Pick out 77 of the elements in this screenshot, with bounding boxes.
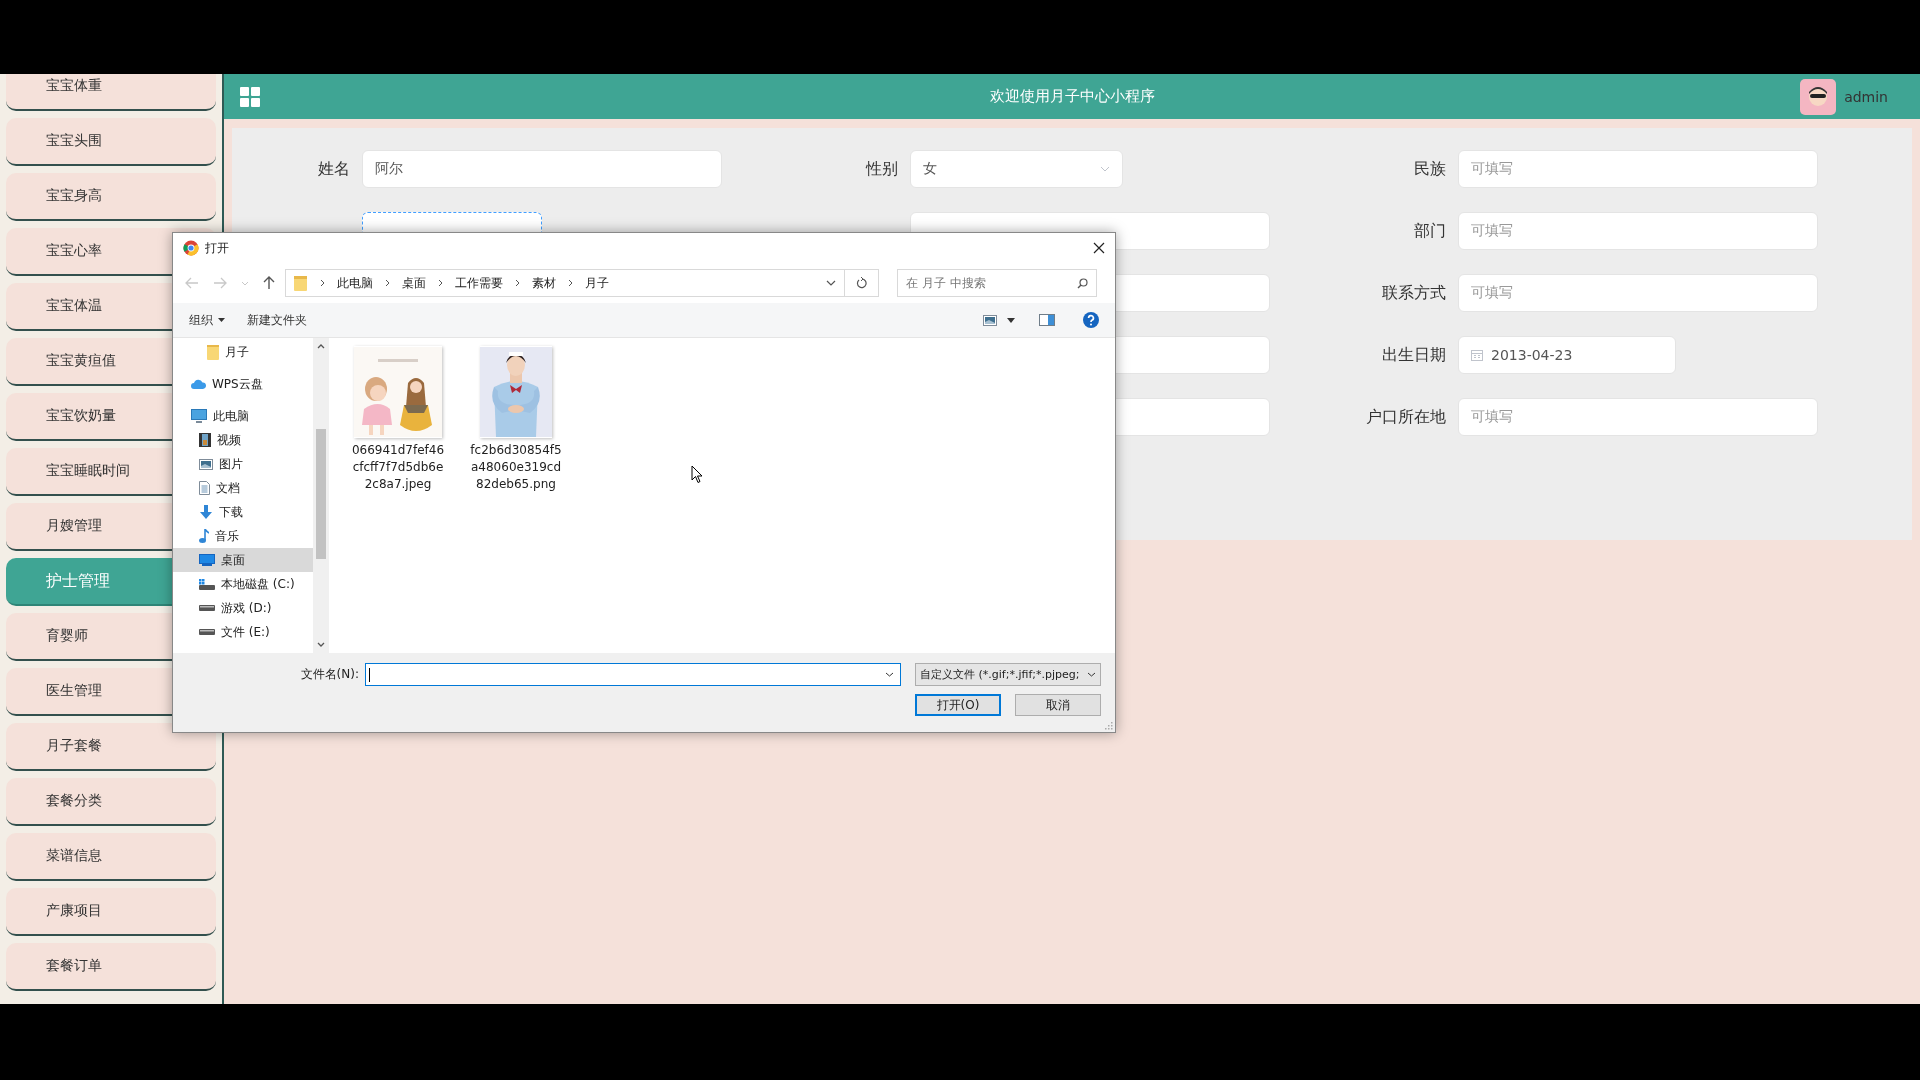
field-label: 姓名 — [317, 158, 351, 180]
sidebar-item[interactable]: 宝宝体重 — [6, 74, 216, 111]
cancel-button[interactable]: 取消 — [1015, 694, 1101, 716]
filename-field[interactable] — [365, 663, 901, 686]
up-arrow-icon[interactable] — [263, 276, 275, 290]
search-field[interactable]: 在 月子 中搜索 — [897, 269, 1097, 297]
caret-icon — [218, 318, 225, 322]
field-label: 性别 — [864, 158, 899, 180]
breadcrumb-item[interactable]: 素材 — [532, 274, 556, 292]
filename-label: 文件名(N): — [300, 666, 359, 683]
down-arrow-icon — [199, 505, 213, 519]
folder-icon — [294, 275, 308, 291]
drive-icon — [199, 578, 215, 590]
scrollbar[interactable] — [313, 338, 329, 653]
folder-icon — [207, 344, 219, 360]
breadcrumb-item[interactable]: 工作需要 — [455, 274, 503, 292]
scroll-up-icon[interactable] — [317, 344, 325, 349]
refresh-button[interactable] — [845, 269, 879, 297]
file-item[interactable]: fc2b6d30854f5a48060e319cd82deb65.png — [461, 346, 571, 493]
sidebar-item[interactable]: 菜谱信息 — [6, 833, 216, 881]
calendar-icon — [1471, 349, 1483, 361]
sidebar-item[interactable]: 套餐分类 — [6, 778, 216, 826]
chevron-right-icon — [438, 279, 443, 287]
open-button[interactable]: 打开(O) — [915, 694, 1001, 716]
drive-icon — [199, 629, 215, 635]
breadcrumb-item[interactable]: 月子 — [585, 274, 609, 292]
resize-grip-icon[interactable] — [1105, 722, 1113, 730]
chevron-down-icon[interactable] — [826, 280, 836, 286]
document-icon — [199, 481, 210, 495]
chevron-down-icon[interactable] — [885, 672, 894, 677]
avatar-icon[interactable] — [1800, 78, 1837, 115]
browser-icon — [183, 240, 199, 256]
preview-pane-icon[interactable] — [1039, 314, 1055, 326]
music-note-icon — [199, 529, 209, 543]
input-field[interactable]: 阿尔 — [362, 150, 722, 188]
file-type-select[interactable]: 自定义文件 (*.gif;*.jfif;*.pjpeg; — [915, 663, 1101, 686]
caret-icon[interactable] — [1007, 317, 1015, 323]
header-title: 欢迎使用月子中心小程序 — [989, 87, 1155, 106]
field-label: 联系方式 — [1381, 282, 1447, 304]
breadcrumb-item[interactable]: 桌面 — [402, 274, 426, 292]
monitor-icon — [199, 554, 215, 566]
chevron-down-icon — [1100, 166, 1110, 172]
view-icon[interactable] — [983, 314, 997, 326]
scroll-down-icon[interactable] — [317, 642, 325, 647]
sidebar-item[interactable]: 宝宝身高 — [6, 173, 216, 221]
sidebar-item[interactable]: 宝宝头围 — [6, 118, 216, 166]
file-item[interactable]: 066941d7fef46cfcff7f7d5db6e2c8a7.jpeg — [343, 346, 453, 493]
field-label: 部门 — [1413, 220, 1447, 242]
help-icon[interactable] — [1083, 312, 1099, 328]
field-label: 出生日期 — [1381, 344, 1447, 366]
drive-icon — [199, 605, 215, 611]
date-field[interactable]: 2013-04-23 — [1458, 336, 1676, 374]
sidebar-item[interactable]: 套餐订单 — [6, 943, 216, 991]
address-bar[interactable]: 此电脑 桌面 工作需要 素材 月子 — [285, 269, 845, 297]
search-icon — [1077, 277, 1088, 289]
toolbar-button[interactable]: 新建文件夹 — [247, 311, 307, 329]
breadcrumb-item[interactable]: 此电脑 — [337, 274, 373, 292]
chevron-right-icon — [568, 279, 573, 287]
chevron-right-icon — [320, 279, 325, 287]
monitor-icon — [191, 409, 207, 423]
field-label: 民族 — [1413, 158, 1447, 180]
refresh-icon — [856, 277, 867, 289]
username[interactable]: admin — [1844, 88, 1888, 105]
grid-menu-icon[interactable] — [240, 86, 260, 107]
film-icon — [199, 433, 211, 447]
nav-item[interactable]: 桌面 — [173, 548, 313, 572]
chevron-right-icon — [515, 279, 520, 287]
chevron-down-icon — [1087, 672, 1096, 677]
cloud-icon — [191, 379, 206, 389]
image-icon — [199, 458, 213, 470]
cursor-icon — [691, 465, 703, 484]
select-field[interactable]: 女 — [910, 150, 1123, 188]
sidebar-item[interactable]: 产康项目 — [6, 888, 216, 936]
sidebar-item[interactable]: 月子套餐 — [6, 723, 216, 771]
close-icon[interactable] — [1093, 242, 1105, 254]
field-label: 户口所在地 — [1365, 406, 1447, 428]
chevron-right-icon — [385, 279, 390, 287]
